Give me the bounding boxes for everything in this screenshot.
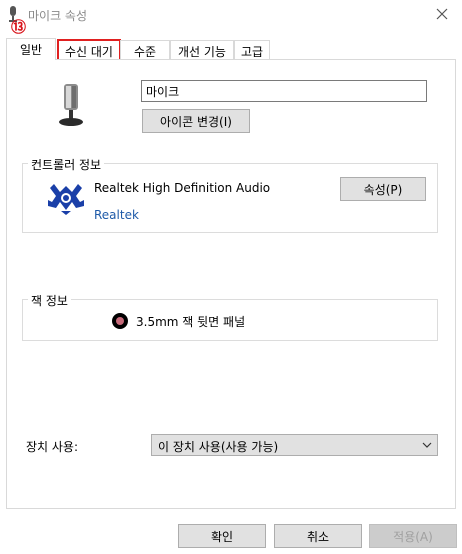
tab-label: 고급 <box>240 45 264 59</box>
tab-enhancements[interactable]: 개선 기능 <box>170 40 234 60</box>
device-name-input[interactable] <box>141 80 427 102</box>
tab-label: 수신 대기 <box>65 45 113 59</box>
tab-label: 수준 <box>133 45 157 59</box>
jack-info-label: 잭 정보 <box>28 292 71 309</box>
button-label: 속성(P) <box>363 182 403 197</box>
tab-label: 개선 기능 <box>178 45 226 59</box>
controller-device-name: Realtek High Definition Audio <box>94 181 271 195</box>
tab-strip: 일반 수신 대기 수준 개선 기능 고급 <box>6 38 456 61</box>
apply-button[interactable]: 적용(A) <box>369 524 457 548</box>
chevron-down-icon <box>422 442 432 448</box>
device-usage-select[interactable]: 이 장치 사용(사용 가능) <box>151 434 438 456</box>
button-label: 아이콘 변경(I) <box>160 114 232 129</box>
controller-info-label: 컨트롤러 정보 <box>28 156 105 173</box>
jack-color-icon <box>112 313 128 329</box>
button-label: 확인 <box>210 529 234 544</box>
tab-listen[interactable]: 수신 대기 <box>57 39 121 61</box>
jack-description: 3.5mm 잭 뒷면 패널 <box>136 315 246 329</box>
title-bar: 마이크 속성 <box>0 0 462 30</box>
tab-general[interactable]: 일반 <box>6 38 56 60</box>
tab-advanced[interactable]: 고급 <box>234 40 270 60</box>
cancel-button[interactable]: 취소 <box>274 524 362 548</box>
ok-button[interactable]: 확인 <box>178 524 266 548</box>
microphone-icon <box>59 84 83 126</box>
vendor-link[interactable]: Realtek <box>94 208 139 222</box>
close-icon <box>436 8 448 20</box>
annotation-marker: ⑬ <box>11 18 27 36</box>
change-icon-button[interactable]: 아이콘 변경(I) <box>142 109 250 133</box>
device-usage-label: 장치 사용: <box>26 440 79 454</box>
realtek-logo-icon <box>48 184 84 215</box>
tab-label: 일반 <box>19 43 43 57</box>
tab-levels[interactable]: 수준 <box>120 40 170 60</box>
properties-button[interactable]: 속성(P) <box>340 177 426 201</box>
window-title: 마이크 속성 <box>28 9 88 23</box>
jack-color-swatch <box>116 317 124 325</box>
button-label: 적용(A) <box>393 529 433 544</box>
button-label: 취소 <box>306 529 330 544</box>
close-button[interactable] <box>422 0 462 28</box>
device-usage-value: 이 장치 사용(사용 가능) <box>158 440 279 454</box>
